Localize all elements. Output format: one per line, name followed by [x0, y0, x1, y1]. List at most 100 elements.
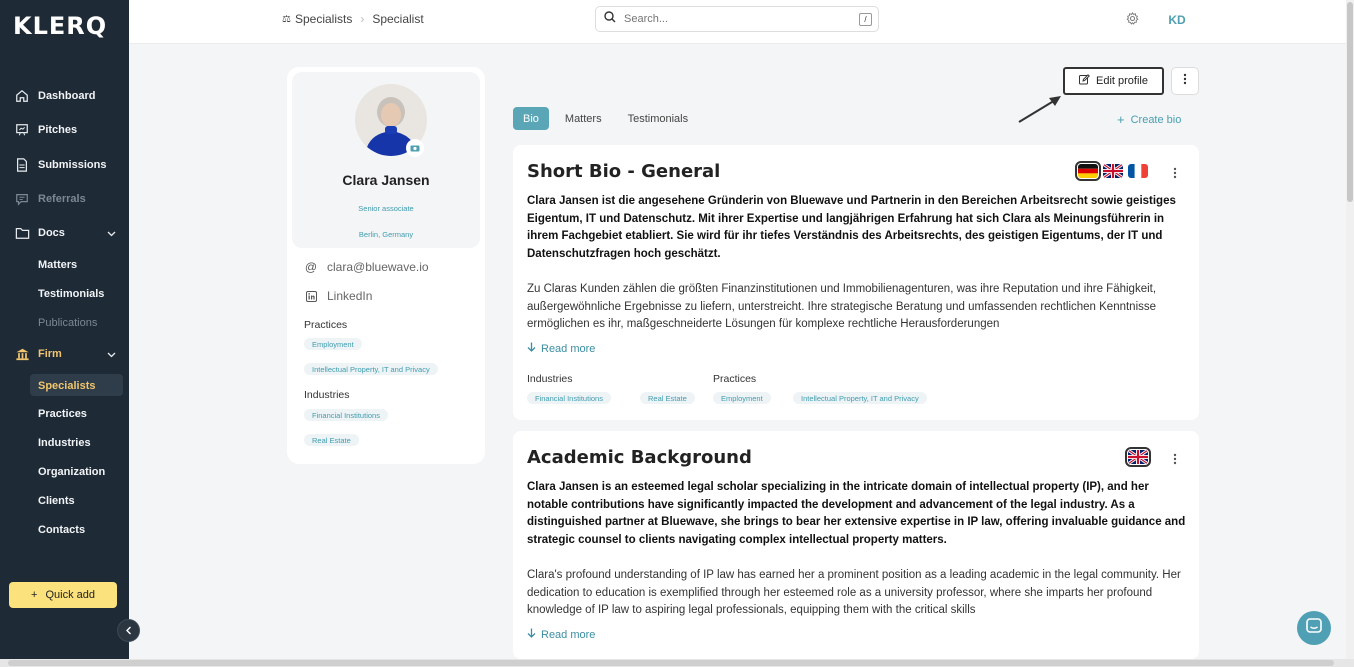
arrow-down-icon: [527, 628, 536, 641]
bio-more-icon[interactable]: [1173, 452, 1177, 470]
german-flag-icon[interactable]: [1075, 161, 1101, 181]
edit-profile-label: Edit profile: [1096, 75, 1148, 87]
bio-practices-label: Practices: [713, 373, 757, 385]
scrollbar-thumb[interactable]: [1347, 2, 1353, 202]
practice-tag[interactable]: Intellectual Property, IT and Privacy: [304, 363, 438, 375]
industries-label: Industries: [304, 389, 350, 401]
tab-bio[interactable]: Bio: [513, 107, 549, 130]
edit-profile-button[interactable]: Edit profile: [1063, 67, 1164, 95]
sidebar-item-label: Referrals: [38, 193, 86, 205]
read-more-link[interactable]: Read more: [527, 342, 595, 355]
bank-icon: [14, 346, 30, 362]
sidebar-sub-publications[interactable]: Publications: [38, 317, 97, 329]
sidebar-item-pitches[interactable]: Pitches: [0, 116, 129, 144]
sidebar-sub-matters[interactable]: Matters: [38, 259, 77, 271]
chat-icon: [14, 191, 30, 207]
bio-body: Zu Claras Kunden zählen die größten Fina…: [527, 283, 1157, 330]
read-more-label: Read more: [541, 628, 596, 641]
sidebar-item-label: Docs: [38, 227, 65, 239]
sidebar-item-label: Submissions: [38, 159, 107, 171]
bio-title: Short Bio - General: [527, 161, 721, 182]
at-icon: @: [304, 260, 318, 274]
chat-launcher-button[interactable]: [1297, 611, 1331, 645]
sidebar-sub-organization[interactable]: Organization: [38, 466, 105, 478]
sidebar-sub-industries[interactable]: Industries: [38, 437, 91, 449]
profile-header: Clara Jansen Senior associate Berlin, Ge…: [292, 72, 480, 248]
horizontal-scrollbar[interactable]: [0, 659, 1354, 667]
quick-add-button[interactable]: + Quick add: [9, 582, 117, 608]
create-bio-button[interactable]: + Create bio: [1117, 112, 1181, 127]
user-avatar[interactable]: KD: [1165, 10, 1189, 30]
profile-tabs: Bio Matters Testimonials: [513, 107, 698, 130]
tab-testimonials[interactable]: Testimonials: [618, 107, 699, 130]
sidebar-item-label: Dashboard: [38, 90, 96, 102]
sidebar-sub-practices[interactable]: Practices: [38, 408, 87, 420]
home-icon: [14, 88, 30, 104]
search-shortcut: /: [859, 13, 872, 26]
plus-icon: +: [31, 589, 38, 601]
practice-tag[interactable]: Employment: [713, 392, 771, 404]
profile-card: Clara Jansen Senior associate Berlin, Ge…: [287, 67, 485, 464]
bio-card: Short Bio - General Clara Jansen ist die…: [513, 145, 1199, 420]
sidebar-item-label: Pitches: [38, 124, 78, 136]
search-input[interactable]: [624, 13, 844, 25]
search-icon: [604, 10, 616, 28]
profile-more-button[interactable]: [1171, 67, 1199, 95]
industry-tag[interactable]: Financial Institutions: [527, 392, 611, 404]
read-more-label: Read more: [541, 342, 596, 355]
sidebar-sub-clients[interactable]: Clients: [38, 495, 75, 507]
uk-flag-icon[interactable]: [1103, 164, 1123, 178]
vertical-scrollbar[interactable]: [1346, 0, 1354, 659]
uk-flag-icon[interactable]: [1125, 447, 1151, 467]
sidebar-sub-specialists[interactable]: Specialists: [38, 380, 95, 392]
language-flags: [1125, 447, 1151, 467]
linkedin-text: LinkedIn: [327, 289, 373, 303]
profile-role: Senior associate: [358, 204, 414, 213]
read-more-link[interactable]: Read more: [527, 628, 595, 641]
chevron-down-icon: [107, 228, 116, 240]
sidebar-item-docs[interactable]: Docs: [0, 219, 129, 247]
more-vertical-icon: [1183, 72, 1187, 90]
camera-icon[interactable]: [406, 139, 424, 157]
topbar: ⚖ Specialists › Specialist / KD: [129, 0, 1346, 44]
france-flag-icon[interactable]: [1128, 164, 1148, 178]
specialists-icon: ⚖: [282, 13, 291, 25]
chat-bubble-icon: [1306, 617, 1322, 639]
sidebar-item-dashboard[interactable]: Dashboard: [0, 82, 129, 110]
sidebar-sub-testimonials[interactable]: Testimonials: [38, 288, 104, 300]
email-text: clara@bluewave.io: [327, 260, 429, 274]
bio-body: Clara's profound understanding of IP law…: [527, 569, 1181, 616]
gear-icon[interactable]: [1126, 11, 1139, 30]
practice-tag[interactable]: Intellectual Property, IT and Privacy: [793, 392, 927, 404]
bio-title: Academic Background: [527, 447, 752, 468]
profile-linkedin[interactable]: LinkedIn: [304, 289, 372, 303]
search-box[interactable]: /: [595, 6, 879, 32]
industry-tag[interactable]: Real Estate: [640, 392, 695, 404]
industry-tag[interactable]: Financial Institutions: [304, 409, 388, 421]
profile-location: Berlin, Germany: [358, 230, 414, 239]
sidebar-item-firm[interactable]: Firm: [0, 340, 129, 368]
sidebar: KLERQ Dashboard Pitches Submissions Refe…: [0, 0, 129, 667]
quick-add-label: Quick add: [45, 589, 95, 601]
sidebar-sub-contacts[interactable]: Contacts: [38, 524, 85, 536]
presentation-icon: [14, 122, 30, 138]
sidebar-item-label: Firm: [38, 348, 62, 360]
bio-card: Academic Background Clara Jansen is an e…: [513, 431, 1199, 659]
breadcrumb-separator-icon: ›: [360, 12, 365, 26]
arrow-down-icon: [527, 342, 536, 355]
bio-more-icon[interactable]: [1173, 166, 1177, 184]
industry-tag[interactable]: Real Estate: [304, 434, 359, 446]
profile-email[interactable]: @ clara@bluewave.io: [304, 260, 429, 274]
tab-matters[interactable]: Matters: [555, 107, 612, 130]
breadcrumb-specialists[interactable]: Specialists: [295, 12, 352, 26]
document-icon: [14, 157, 30, 173]
scrollbar-thumb[interactable]: [8, 660, 1334, 666]
chevron-left-icon: [125, 622, 132, 640]
app-logo[interactable]: KLERQ: [13, 12, 107, 40]
bio-industries-label: Industries: [527, 373, 573, 385]
sidebar-item-submissions[interactable]: Submissions: [0, 151, 129, 179]
practice-tag[interactable]: Employment: [304, 338, 362, 350]
chevron-down-icon: [107, 349, 116, 361]
sidebar-item-referrals[interactable]: Referrals: [0, 185, 129, 213]
collapse-sidebar-button[interactable]: [117, 619, 140, 642]
